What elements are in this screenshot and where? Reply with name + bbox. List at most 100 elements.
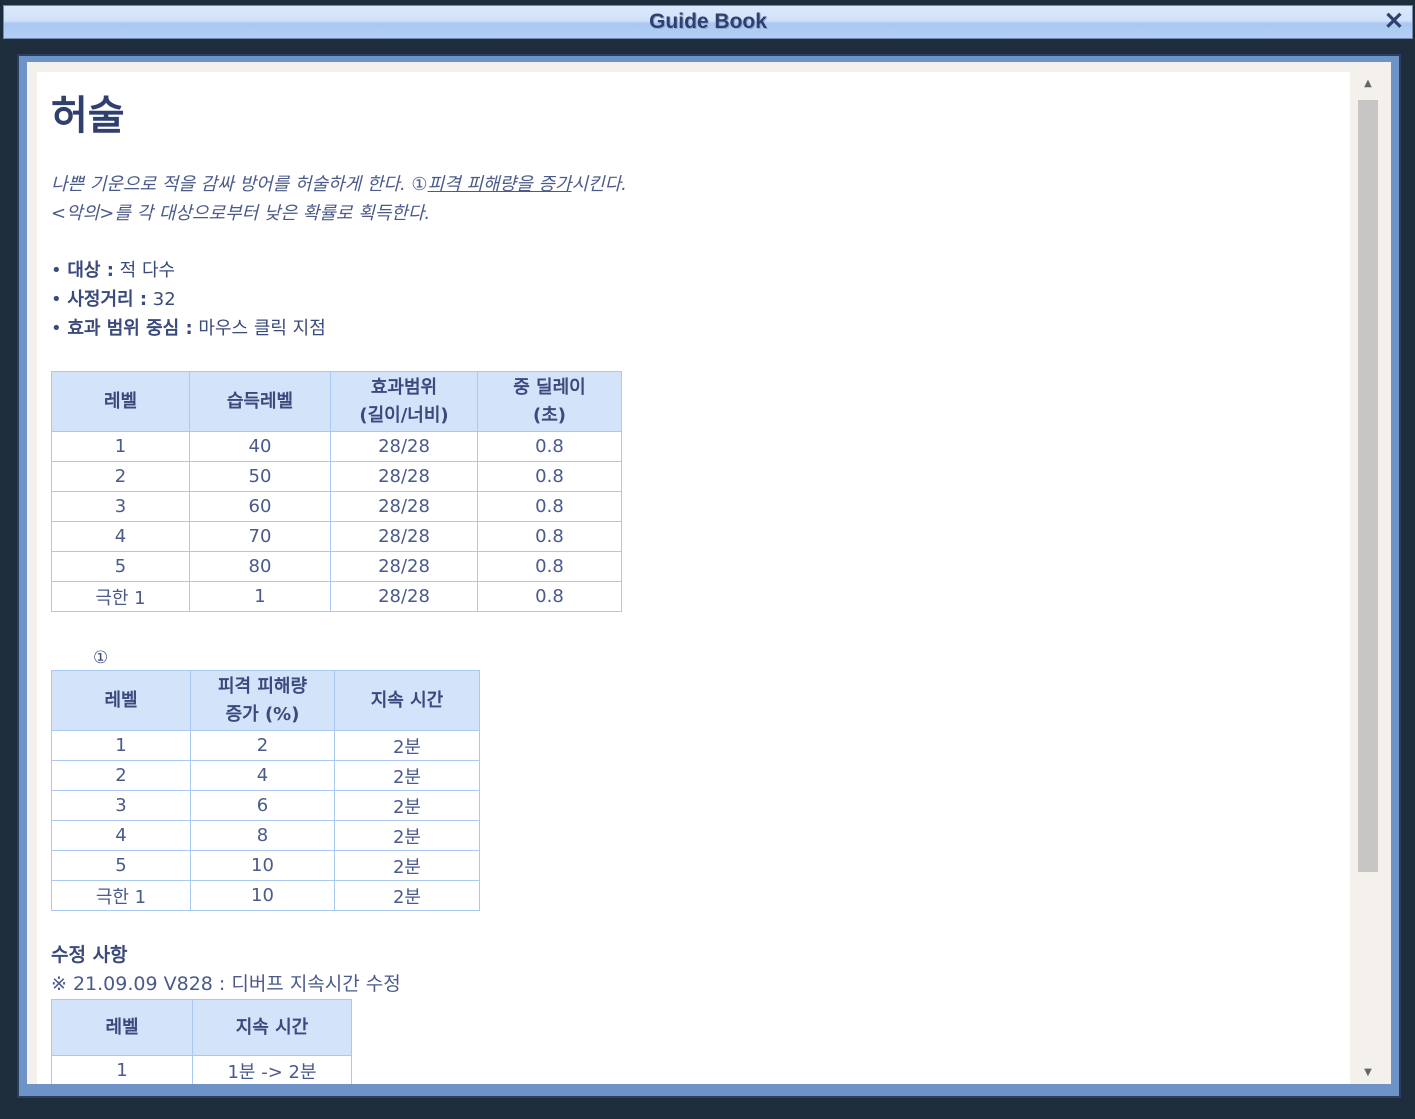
scroll-up-icon[interactable]: ▲	[1356, 78, 1380, 89]
table-row: 2 50 28/28 0.8	[51, 461, 622, 492]
column-header: 피격 피해량 증가 (%)	[190, 670, 335, 731]
table-row: 3 6 2분	[51, 790, 480, 821]
changes-title: 수정 사항	[51, 944, 128, 966]
table-cell: 2	[51, 760, 191, 791]
guide-frame: 허술 나쁜 기운으로 적을 감싸 방어를 허술하게 한다. ①피격 피해량을 증…	[17, 54, 1401, 1098]
scroll-thumb[interactable]	[1358, 100, 1378, 872]
footnote-marker: ①	[93, 648, 109, 668]
table-row: 극한 1 10 2분	[51, 880, 480, 911]
table-cell: 2분	[334, 730, 480, 761]
table-cell: 10	[190, 880, 335, 911]
skill-title: 허술	[51, 93, 125, 139]
table-cell: 70	[189, 521, 331, 552]
table-cell: 2분	[334, 880, 480, 911]
table-cell: 1	[51, 730, 191, 761]
table-cell: 28/28	[330, 461, 478, 492]
table-cell: 1	[51, 431, 190, 462]
guide-panel: 허술 나쁜 기운으로 적을 감싸 방어를 허술하게 한다. ①피격 피해량을 증…	[27, 62, 1391, 1084]
level-table: 레벨 습득레벨 효과범위 (길이/너비) 중 딜레이 (초) 1 40 28/28 0.8 2 5…	[51, 371, 622, 612]
damage-table: 레벨 피격 피해량 증가 (%) 지속 시간 1 2 2분 2 4 2분 3 6 2분 4 8 2분 5 10 2…	[51, 670, 480, 911]
table-cell: 28/28	[330, 551, 478, 582]
table-cell: 2분	[334, 790, 480, 821]
prop-value: 마우스 클릭 지점	[192, 318, 326, 339]
table-row: 극한 1 1 28/28 0.8	[51, 581, 622, 612]
table-row: 5 80 28/28 0.8	[51, 551, 622, 582]
prop-label: 효과 범위 중심 :	[67, 318, 193, 339]
guide-content: 허술 나쁜 기운으로 적을 감싸 방어를 허술하게 한다. ①피격 피해량을 증…	[37, 72, 1350, 1084]
window-title: Guide Book	[649, 10, 767, 33]
table-cell: 6	[190, 790, 335, 821]
table-row: 5 10 2분	[51, 850, 480, 881]
table-cell: 1	[51, 1055, 193, 1084]
table-cell: 4	[190, 760, 335, 791]
table-cell: 28/28	[330, 521, 478, 552]
table-row: 1 1분 -> 2분	[51, 1055, 352, 1084]
prop-value: 32	[147, 289, 176, 310]
table-cell: 2분	[334, 820, 480, 851]
desc-text: 나쁜 기운으로 적을 감싸 방어를 허술하게 한다. ①	[51, 174, 428, 195]
column-header: 중 딜레이 (초)	[477, 371, 622, 432]
column-header: 지속 시간	[334, 670, 480, 731]
prop-item: • 효과 범위 중심 : 마우스 클릭 지점	[51, 318, 326, 339]
column-header: 레벨	[51, 371, 190, 432]
table-cell: 2분	[334, 850, 480, 881]
table-cell: 0.8	[477, 431, 622, 462]
table-row: 4 8 2분	[51, 820, 480, 851]
table-cell: 5	[51, 850, 191, 881]
skill-description: 나쁜 기운으로 적을 감싸 방어를 허술하게 한다. ①피격 피해량을 증가시킨…	[51, 170, 1350, 228]
table-header-row: 레벨 지속 시간	[51, 999, 352, 1056]
table-cell: 80	[189, 551, 331, 582]
changes-note: ※ 21.09.09 V828 : 디버프 지속시간 수정	[51, 973, 401, 995]
skill-properties: • 대상 : 적 다수 • 사정거리 : 32 • 효과 범위 중심 : 마우스…	[51, 256, 1350, 343]
table-row: 1 40 28/28 0.8	[51, 431, 622, 462]
close-icon[interactable]: ✕	[1384, 6, 1404, 38]
table-header-row: 레벨 피격 피해량 증가 (%) 지속 시간	[51, 670, 480, 731]
table-row: 4 70 28/28 0.8	[51, 521, 622, 552]
table-cell: 극한 1	[51, 880, 191, 911]
prop-value: 적 다수	[113, 260, 176, 281]
damage-increase-link[interactable]: 피격 피해량을 증가	[428, 174, 572, 195]
table-cell: 극한 1	[51, 581, 190, 612]
title-bar[interactable]: Guide Book ✕	[3, 5, 1413, 39]
changes-table: 레벨 지속 시간 1 1분 -> 2분	[51, 999, 352, 1084]
prop-label: 사정거리 :	[67, 289, 148, 310]
table-cell: 1분 -> 2분	[192, 1055, 352, 1084]
table-cell: 0.8	[477, 521, 622, 552]
table-row: 3 60 28/28 0.8	[51, 491, 622, 522]
table-cell: 0.8	[477, 491, 622, 522]
table-cell: 28/28	[330, 491, 478, 522]
table-cell: 28/28	[330, 431, 478, 462]
table-cell: 50	[189, 461, 331, 492]
prop-item: • 사정거리 : 32	[51, 289, 176, 310]
table-cell: 0.8	[477, 581, 622, 612]
table-cell: 0.8	[477, 551, 622, 582]
prop-label: 대상 :	[67, 260, 114, 281]
table-header-row: 레벨 습득레벨 효과범위 (길이/너비) 중 딜레이 (초)	[51, 371, 622, 432]
table-cell: 28/28	[330, 581, 478, 612]
table-cell: 3	[51, 491, 190, 522]
table-cell: 2분	[334, 760, 480, 791]
scroll-down-icon[interactable]: ▼	[1356, 1067, 1380, 1078]
table-row: 2 4 2분	[51, 760, 480, 791]
desc-text: 시킨다.	[571, 174, 627, 195]
table-cell: 3	[51, 790, 191, 821]
table-cell: 4	[51, 521, 190, 552]
scrollbar[interactable]: ▲ ▼	[1356, 72, 1380, 1084]
table-cell: 5	[51, 551, 190, 582]
table-cell: 4	[51, 820, 191, 851]
table-cell: 10	[190, 850, 335, 881]
table-cell: 60	[189, 491, 331, 522]
column-header: 지속 시간	[192, 999, 352, 1056]
prop-item: • 대상 : 적 다수	[51, 260, 176, 281]
table-cell: 0.8	[477, 461, 622, 492]
table-row: 1 2 2분	[51, 730, 480, 761]
table-cell: 40	[189, 431, 331, 462]
table-cell: 2	[51, 461, 190, 492]
table-cell: 1	[189, 581, 331, 612]
column-header: 레벨	[51, 999, 193, 1056]
column-header: 습득레벨	[189, 371, 331, 432]
column-header: 레벨	[51, 670, 191, 731]
table-cell: 2	[190, 730, 335, 761]
table-cell: 8	[190, 820, 335, 851]
column-header: 효과범위 (길이/너비)	[330, 371, 478, 432]
